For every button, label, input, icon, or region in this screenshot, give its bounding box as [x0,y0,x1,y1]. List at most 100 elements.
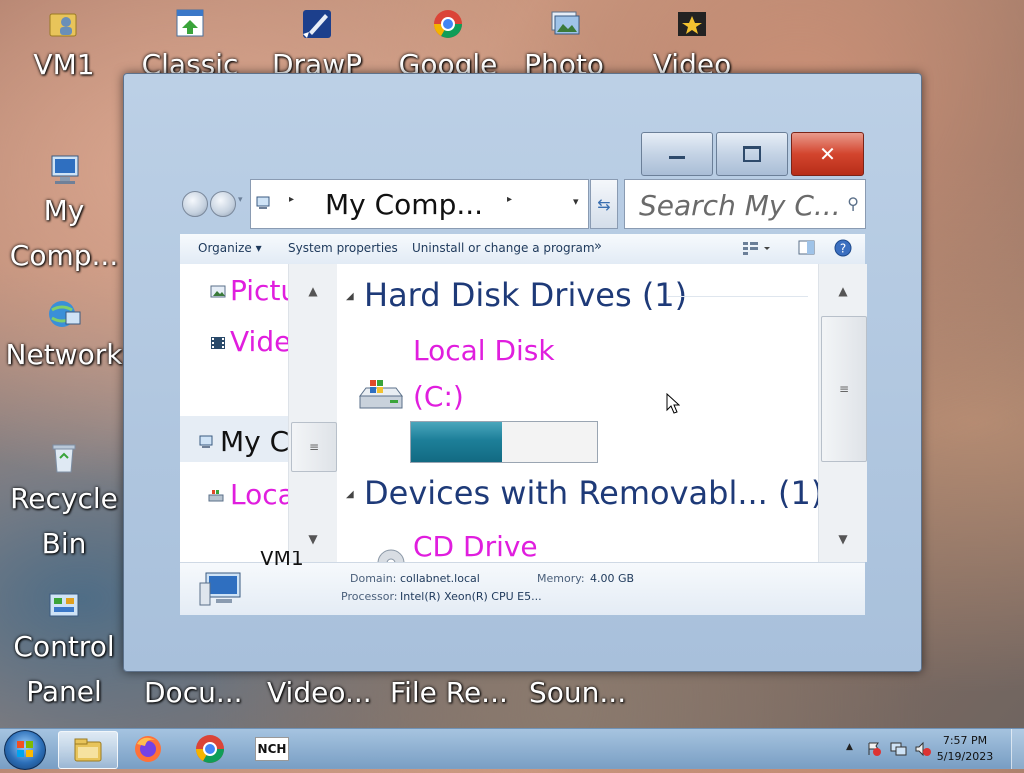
processor-value: Intel(R) Xeon(R) CPU E5... [400,590,542,603]
memory-label: Memory: [537,572,585,585]
computer-small-icon [198,434,214,453]
taskbar: NCH ▲ 7:57 PM 5/19/2023 [0,728,1024,770]
computer-icon [46,152,82,188]
pictures-icon [210,284,226,303]
local-disk-label: Local Disk [413,334,555,367]
scroll-up-arrow-icon[interactable]: ▲ [819,284,867,298]
collapse-group-icon[interactable]: ◢ [346,291,354,302]
help-icon[interactable]: ? [834,239,852,260]
breadcrumb-chevron-icon[interactable]: ▸ [507,194,512,205]
local-disk-item[interactable]: Local Disk (C:) [338,326,638,476]
action-center-icon[interactable] [866,741,882,761]
scroll-up-arrow-icon[interactable]: ▲ [289,284,337,298]
maximize-button[interactable] [716,132,788,176]
clock-time: 7:57 PM [942,734,988,747]
cd-drive-item[interactable]: CD Drive [338,526,638,562]
nav-item-videos[interactable]: Vide [230,325,288,358]
address-bar[interactable]: ▸ My Comp... ▸ ▾ [250,179,589,229]
taskbar-nch[interactable]: NCH [246,731,298,767]
computer-name: VM1 [260,551,304,565]
more-commands-button[interactable]: » [594,239,602,254]
desktop-icon-control-panel[interactable]: Control Panel [2,588,126,714]
desktop-label: Network [5,338,123,371]
back-button[interactable] [182,191,208,217]
network-icon [46,296,82,332]
change-view-icon[interactable] [742,240,772,259]
desktop-label-sound[interactable]: Soun... [529,670,626,715]
group-header-hard-disk[interactable]: Hard Disk Drives (1) [364,276,687,314]
nav-scrollbar[interactable]: ▲ ≡ ▼ [288,264,337,562]
app-shortcut-icon [172,6,208,42]
breadcrumb-chevron-icon[interactable]: ▸ [289,194,294,205]
taskbar-file-explorer[interactable] [58,731,118,769]
network-status-icon[interactable] [890,741,908,761]
system-properties-button[interactable]: System properties [288,241,398,255]
search-icon[interactable]: ⚲ [847,194,859,213]
control-panel-icon [46,588,82,624]
mouse-cursor-icon [666,392,681,419]
nav-item-my-computer[interactable]: My C [220,425,288,458]
video-app-icon [674,6,710,42]
uninstall-program-button[interactable]: Uninstall or change a program [412,241,595,255]
scroll-thumb[interactable]: ≡ [821,316,867,462]
navigation-pane[interactable]: Pictu Vide My C Loca [180,264,288,562]
nav-item-pictures[interactable]: Pictu [230,274,288,307]
chrome-shortcut-icon [430,6,466,42]
disk-capacity-fill [411,422,503,462]
show-hidden-icons-button[interactable]: ▲ [846,742,853,752]
desktop-label: Recycle Bin [10,482,118,560]
organize-button[interactable]: Organize ▾ [198,241,262,255]
desktop-label-documents[interactable]: Docu... [144,670,243,715]
disk-capacity-bar [410,421,598,463]
group-divider [668,296,808,297]
cd-drive-icon [376,548,406,562]
details-pane: VM1 Domain: collabnet.local Memory: 4.00… [180,551,865,615]
minimize-button[interactable] [641,132,713,176]
scroll-thumb[interactable]: ≡ [291,422,337,472]
command-toolbar: Organize ▾ System properties Uninstall o… [180,234,865,265]
main-scrollbar[interactable]: ▲ ≡ ▼ [818,264,867,562]
videos-icon [210,335,226,354]
start-button[interactable] [4,730,46,770]
scroll-down-arrow-icon[interactable]: ▼ [819,532,867,546]
search-field[interactable]: Search My C... ⚲ [624,179,866,229]
scroll-down-arrow-icon[interactable]: ▼ [289,532,337,546]
photo-app-icon [546,6,582,42]
close-button[interactable]: ✕ [791,132,864,176]
system-clock[interactable]: 7:57 PM 5/19/2023 [930,733,1000,765]
collapse-group-icon[interactable]: ◢ [346,489,354,500]
desktop-icon-vm1[interactable]: VM1 [2,6,126,87]
show-desktop-button[interactable] [1011,729,1024,769]
file-list-pane[interactable]: ◢ Hard Disk Drives (1) Local Disk (C:) ◢… [338,264,818,562]
forward-button[interactable] [210,191,236,217]
windows-logo-icon [17,741,33,757]
maximize-icon [743,146,761,162]
hard-drive-icon [356,378,406,418]
svg-text:?: ? [840,242,846,256]
desktop-label-file-recovery[interactable]: File Re... [390,670,508,715]
preview-pane-icon[interactable] [798,240,816,259]
desktop-icon-my-computer[interactable]: My Comp... [2,152,126,278]
chrome-icon [196,735,224,763]
desktop-label-video[interactable]: Video... [267,670,372,715]
cd-drive-label: CD Drive [413,530,538,562]
recent-pages-dropdown[interactable]: ▾ [238,195,243,205]
desktop-icon-recycle-bin[interactable]: Recycle Bin [2,440,126,566]
processor-label: Processor: [341,590,398,603]
recycle-bin-icon [46,440,82,476]
refresh-button[interactable]: ⇆ [590,179,618,229]
address-dropdown-icon[interactable]: ▾ [573,195,579,208]
clock-date: 5/19/2023 [936,750,994,763]
group-header-removable[interactable]: Devices with Removabl... (1) [364,474,818,512]
domain-value: collabnet.local [400,572,480,585]
folder-user-icon [46,6,82,42]
firefox-icon [135,736,161,762]
taskbar-chrome[interactable] [184,731,236,767]
nav-item-local-disk[interactable]: Loca [230,478,288,511]
desktop-icon-network[interactable]: Network [2,296,126,377]
close-icon: ✕ [819,142,836,166]
domain-label: Domain: [350,572,397,585]
memory-value: 4.00 GB [590,572,635,585]
explorer-window[interactable]: ✕ ▾ ▸ My Comp... ▸ ▾ ⇆ Search My C... ⚲ … [123,73,922,672]
taskbar-firefox[interactable] [122,731,174,767]
